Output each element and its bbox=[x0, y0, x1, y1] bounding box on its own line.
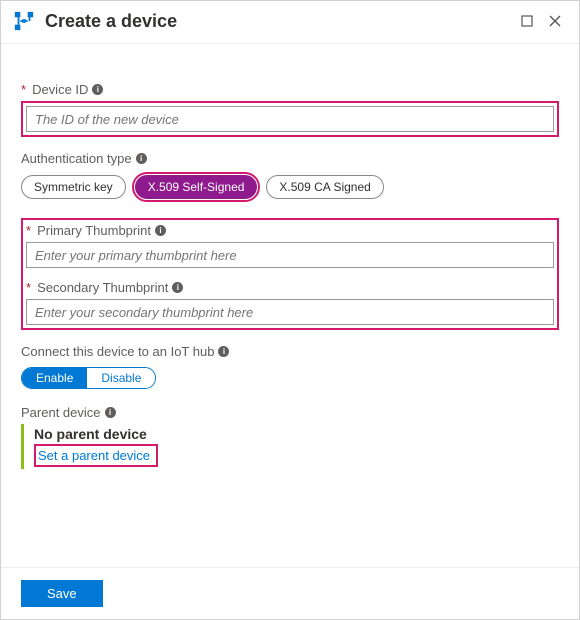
connect-label: Connect this device to an IoT hub i bbox=[21, 344, 559, 359]
set-parent-device-link[interactable]: Set a parent device bbox=[38, 448, 150, 463]
set-parent-highlight: Set a parent device bbox=[34, 444, 158, 467]
info-icon[interactable]: i bbox=[92, 84, 103, 95]
auth-type-label: Authentication type i bbox=[21, 151, 559, 166]
dialog-footer: Save bbox=[1, 567, 579, 619]
info-icon[interactable]: i bbox=[105, 407, 116, 418]
info-icon[interactable]: i bbox=[155, 225, 166, 236]
device-id-highlight bbox=[21, 101, 559, 137]
dialog-header: Create a device bbox=[1, 1, 579, 44]
info-icon[interactable]: i bbox=[218, 346, 229, 357]
auth-option-symmetric[interactable]: Symmetric key bbox=[21, 175, 126, 199]
connect-toggle: Enable Disable bbox=[21, 367, 156, 389]
required-marker: * bbox=[26, 223, 31, 238]
secondary-thumbprint-input[interactable] bbox=[26, 299, 554, 325]
connect-enable[interactable]: Enable bbox=[22, 368, 87, 388]
info-icon[interactable]: i bbox=[136, 153, 147, 164]
parent-device-label: Parent device i bbox=[21, 405, 559, 420]
thumbprints-highlight: * Primary Thumbprint i * Secondary Thumb… bbox=[21, 218, 559, 330]
auth-type-options: Symmetric key X.509 Self-Signed X.509 CA… bbox=[21, 172, 559, 202]
parent-device-status: No parent device bbox=[34, 426, 559, 442]
device-id-input[interactable] bbox=[26, 106, 554, 132]
required-marker: * bbox=[26, 280, 31, 295]
close-button[interactable] bbox=[543, 9, 567, 33]
save-button[interactable]: Save bbox=[21, 580, 103, 607]
dialog-title: Create a device bbox=[45, 11, 511, 32]
auth-option-casigned[interactable]: X.509 CA Signed bbox=[266, 175, 383, 199]
primary-thumbprint-label: * Primary Thumbprint i bbox=[26, 223, 554, 238]
iot-device-icon bbox=[13, 10, 35, 32]
connect-disable[interactable]: Disable bbox=[87, 368, 155, 388]
auth-option-selfsigned-highlight: X.509 Self-Signed bbox=[132, 172, 261, 202]
dialog-body: * Device ID i Authentication type i Symm… bbox=[1, 44, 579, 469]
device-id-label: * Device ID i bbox=[21, 82, 559, 97]
info-icon[interactable]: i bbox=[172, 282, 183, 293]
maximize-button[interactable] bbox=[515, 9, 539, 33]
auth-option-selfsigned[interactable]: X.509 Self-Signed bbox=[135, 175, 258, 199]
secondary-thumbprint-label: * Secondary Thumbprint i bbox=[26, 280, 554, 295]
primary-thumbprint-input[interactable] bbox=[26, 242, 554, 268]
required-marker: * bbox=[21, 82, 26, 97]
parent-device-block: No parent device Set a parent device bbox=[21, 424, 559, 469]
